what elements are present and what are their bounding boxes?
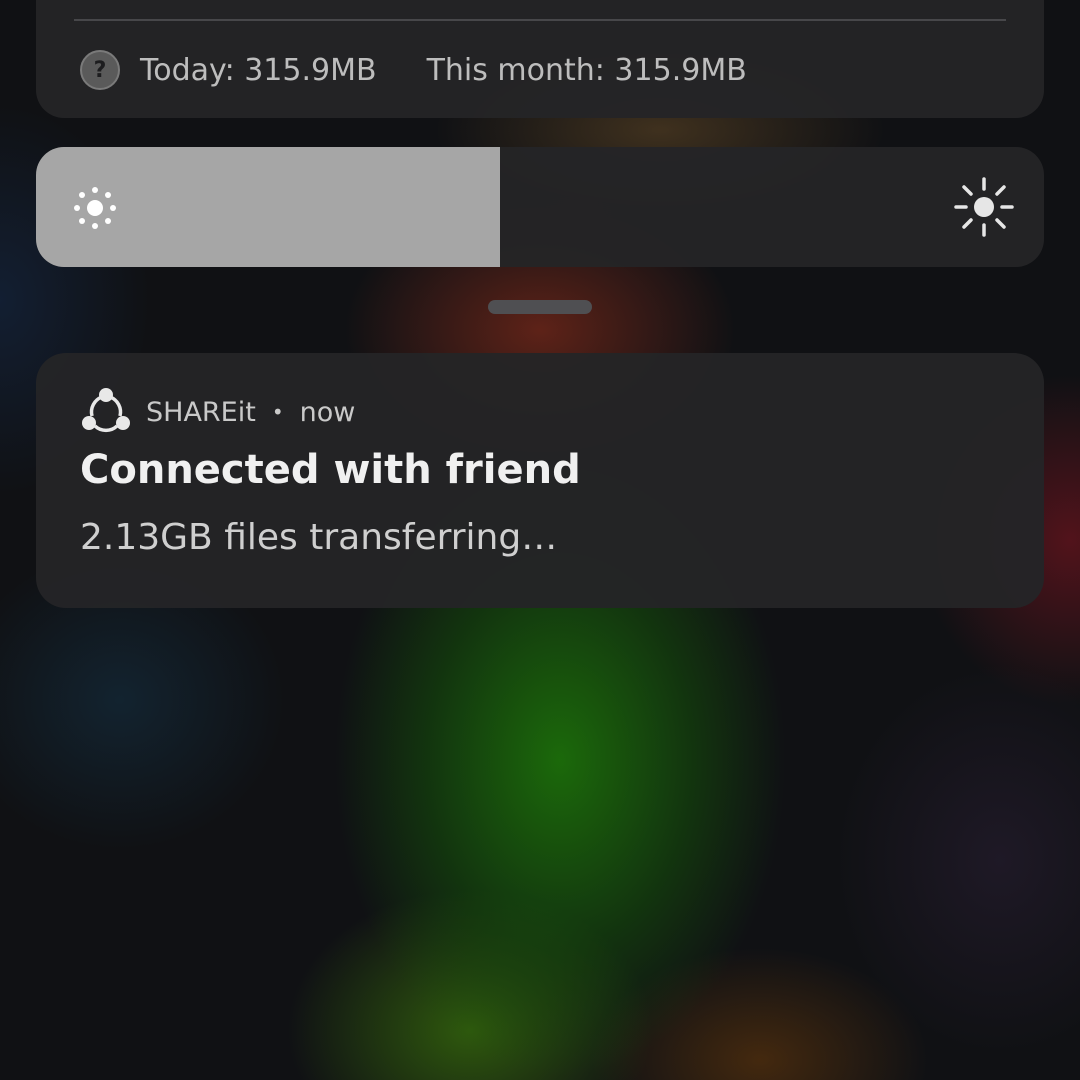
brightness-slider[interactable] — [36, 147, 1044, 267]
divider — [74, 19, 1006, 21]
shareit-icon — [82, 388, 130, 433]
notification-separator: • — [271, 400, 284, 424]
notification-header: SHAREit • now — [80, 383, 355, 441]
month-usage: This month: 315.9MB — [426, 52, 747, 88]
today-usage: Today: 315.9MB — [140, 52, 377, 88]
data-usage-row: ? Today: 315.9MB This month: 315.9MB — [80, 46, 747, 94]
notification-text: 2.13GB files transferring… — [80, 517, 558, 558]
brightness-high-icon — [954, 177, 1014, 237]
question-mark-circle-icon[interactable]: ? — [80, 50, 120, 90]
notification-title: Connected with friend — [80, 447, 581, 493]
brightness-low-icon — [74, 187, 116, 229]
data-usage-card: ? Today: 315.9MB This month: 315.9MB — [36, 0, 1044, 118]
notification-app-name: SHAREit — [146, 396, 256, 428]
shareit-notification[interactable]: SHAREit • now Connected with friend 2.13… — [36, 353, 1044, 608]
drag-handle[interactable] — [488, 300, 592, 314]
notification-time: now — [299, 396, 356, 428]
